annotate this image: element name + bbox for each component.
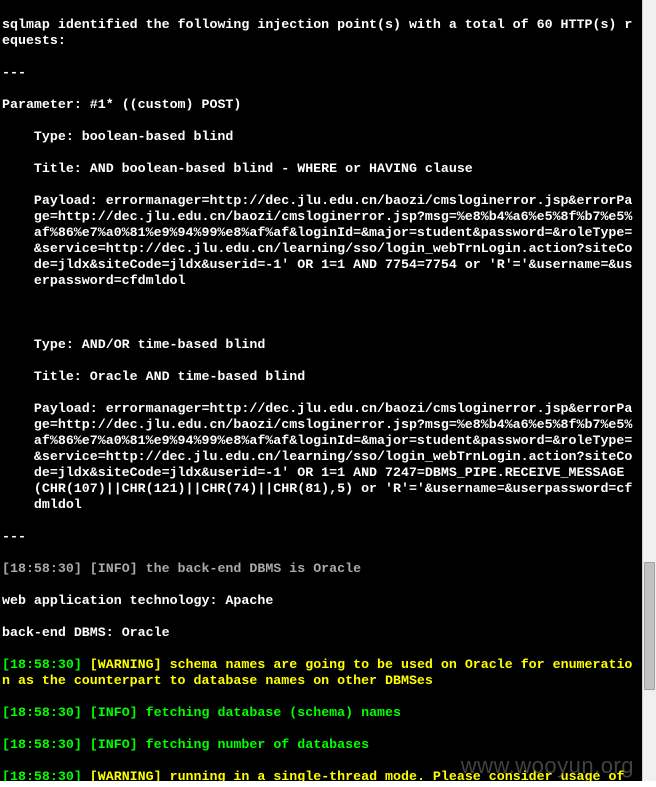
tech2-type: Type: AND/OR time-based blind [2,337,640,353]
separator: --- [2,529,640,545]
parameter-line: Parameter: #1* ((custom) POST) [2,97,640,113]
scrollbar-track[interactable] [642,0,656,781]
info-line-fetch-count: [18:58:30] [INFO] fetching number of dat… [2,737,640,753]
intro-line: sqlmap identified the following injectio… [2,17,640,49]
tech1-type: Type: boolean-based blind [2,129,640,145]
dbms-info-line: [18:58:30] [INFO] the back-end DBMS is O… [2,561,640,577]
bottom-strip [0,781,656,787]
webtech-line: web application technology: Apache [2,593,640,609]
viewport: sqlmap identified the following injectio… [0,0,656,787]
info-line-fetch-schema: [18:58:30] [INFO] fetching database (sch… [2,705,640,721]
tech2-title: Title: Oracle AND time-based blind [2,369,640,385]
tech1-payload: Payload: errormanager=http://dec.jlu.edu… [2,193,640,289]
warn-line-1: [18:58:30] [WARNING] schema names are go… [2,657,640,689]
scrollbar-thumb[interactable] [644,562,655,690]
tech1-title: Title: AND boolean-based blind - WHERE o… [2,161,640,177]
blank-line [2,305,640,321]
terminal-output: sqlmap identified the following injectio… [0,0,642,781]
warn-line-2: [18:58:30] [WARNING] running in a single… [2,769,640,781]
separator: --- [2,65,640,81]
backend-line: back-end DBMS: Oracle [2,625,640,641]
tech2-payload: Payload: errormanager=http://dec.jlu.edu… [2,401,640,513]
